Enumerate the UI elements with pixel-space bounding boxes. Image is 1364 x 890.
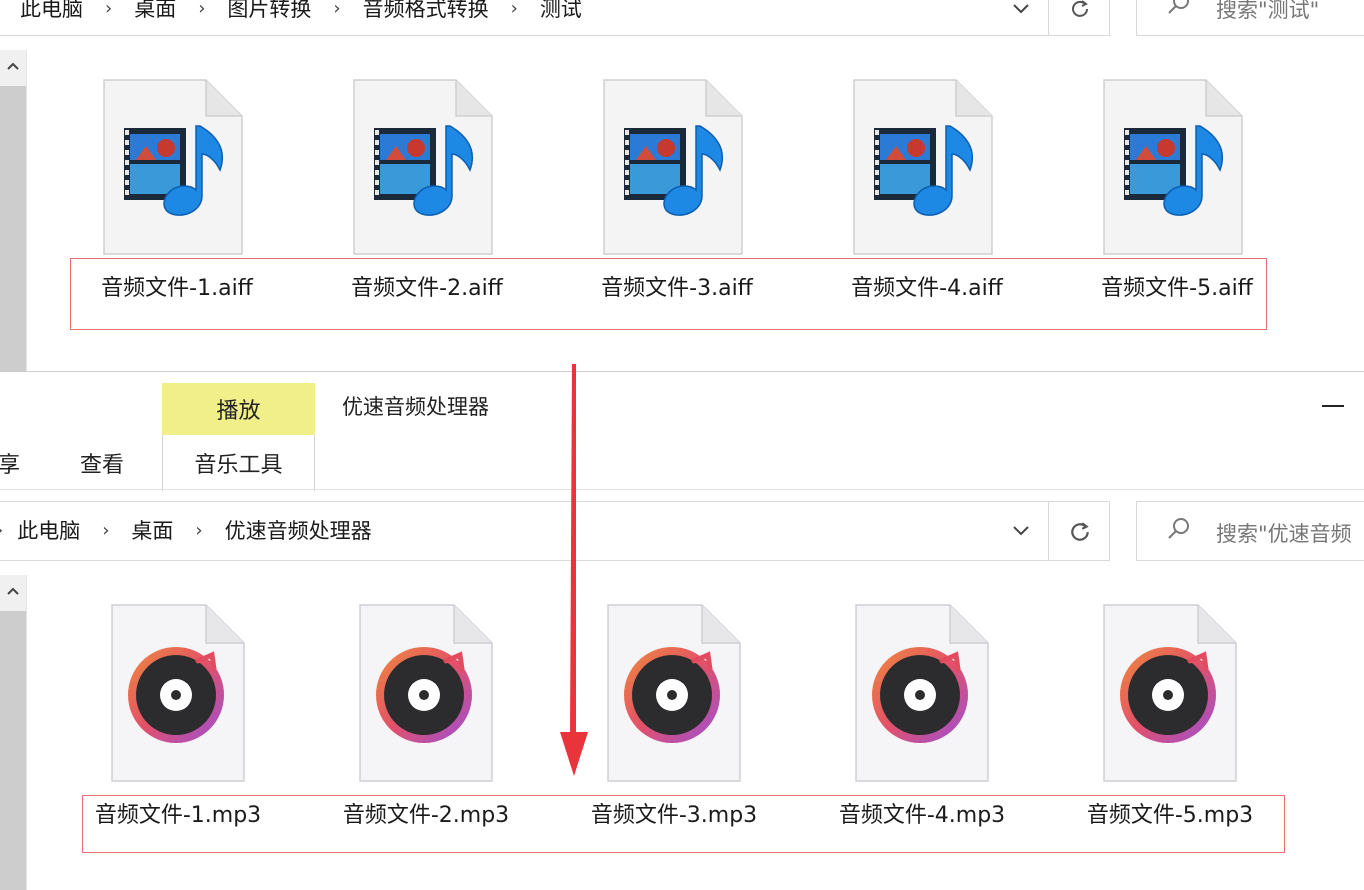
- chevron-right-icon: ›: [0, 520, 3, 541]
- tab-share[interactable]: 享: [0, 447, 20, 479]
- breadcrumb-item-audio-processor[interactable]: 优速音频处理器: [225, 515, 372, 545]
- filename-highlight-box: [82, 795, 1285, 853]
- down-arrow-annotation: [560, 364, 588, 776]
- ribbon-bottom-border: [0, 489, 1364, 490]
- file-tile[interactable]: [602, 78, 744, 260]
- scroll-up-arrow-icon[interactable]: [0, 575, 26, 607]
- vertical-scrollbar[interactable]: [0, 575, 27, 890]
- file-tile[interactable]: [102, 78, 244, 260]
- breadcrumb-item-desktop[interactable]: 桌面: [134, 0, 176, 23]
- chevron-down-icon: [1013, 4, 1029, 14]
- music-disc-icon: [607, 604, 741, 782]
- chevron-right-icon: ›: [198, 0, 206, 19]
- window-title: 优速音频处理器: [342, 395, 489, 419]
- context-tab-header-play[interactable]: 播放: [162, 383, 315, 435]
- search-icon: [1166, 517, 1192, 547]
- address-dropdown-button[interactable]: [1006, 516, 1036, 546]
- breadcrumb-item-test[interactable]: 测试: [540, 0, 582, 23]
- music-disc-icon: [111, 604, 245, 782]
- breadcrumb-item-desktop[interactable]: 桌面: [131, 515, 173, 545]
- file-tile[interactable]: [606, 603, 742, 787]
- scroll-thumb[interactable]: [0, 611, 26, 890]
- file-tile[interactable]: [852, 78, 994, 260]
- refresh-icon: [1072, 0, 1088, 17]
- music-disc-icon: [1103, 604, 1237, 782]
- chevron-down-icon: [1013, 526, 1029, 536]
- file-tile[interactable]: [1102, 78, 1244, 260]
- scroll-up-arrow-icon[interactable]: [0, 50, 26, 82]
- vertical-scrollbar[interactable]: [0, 50, 27, 372]
- file-tile[interactable]: [352, 78, 494, 260]
- breadcrumb: 此电脑 › 桌面 › 图片转换 › 音频格式转换 › 测试: [20, 0, 582, 24]
- aiff-media-icon: [853, 79, 993, 255]
- tab-view[interactable]: 查看: [80, 447, 124, 479]
- breadcrumb-item-image-convert[interactable]: 图片转换: [227, 0, 311, 23]
- breadcrumb: › 此电脑 › 桌面 › 优速音频处理器: [0, 513, 372, 547]
- music-disc-icon: [359, 604, 493, 782]
- file-tile[interactable]: [358, 603, 494, 787]
- refresh-button[interactable]: [1062, 0, 1098, 24]
- address-divider: [1048, 0, 1049, 36]
- breadcrumb-item-this-pc[interactable]: 此电脑: [20, 0, 83, 23]
- aiff-media-icon: [1103, 79, 1243, 255]
- chevron-right-icon: ›: [510, 0, 518, 19]
- aiff-media-icon: [103, 79, 243, 255]
- scroll-thumb[interactable]: [0, 86, 26, 372]
- file-tile[interactable]: [110, 603, 246, 787]
- chevron-right-icon: ›: [195, 519, 203, 541]
- bottom-explorer-window: 播放 优速音频处理器 享 查看 音乐工具 › 此电脑 › 桌面 › 优速音频处理…: [0, 373, 1364, 890]
- refresh-button[interactable]: [1062, 513, 1098, 549]
- address-dropdown-button[interactable]: [1006, 0, 1036, 24]
- context-tab-label: 音乐工具: [194, 453, 283, 478]
- minimize-icon: [1322, 405, 1344, 407]
- filename-highlight-box: [70, 258, 1267, 330]
- aiff-media-icon: [353, 79, 493, 255]
- file-tile[interactable]: [1102, 603, 1238, 787]
- music-disc-icon: [855, 604, 989, 782]
- breadcrumb-item-this-pc[interactable]: 此电脑: [17, 515, 80, 545]
- address-divider: [1048, 501, 1049, 561]
- minimize-button[interactable]: [1318, 391, 1348, 421]
- context-tab-music-tools[interactable]: 音乐工具: [162, 435, 315, 491]
- top-explorer-window: 此电脑 › 桌面 › 图片转换 › 音频格式转换 › 测试 搜索"测试" 音频文…: [0, 0, 1364, 372]
- search-icon: [1166, 0, 1192, 22]
- chevron-right-icon: ›: [102, 519, 110, 541]
- search-input[interactable]: 搜索"测试": [1216, 0, 1364, 24]
- file-tile[interactable]: [854, 603, 990, 787]
- aiff-media-icon: [603, 79, 743, 255]
- refresh-icon: [1071, 522, 1089, 541]
- chevron-right-icon: ›: [105, 0, 113, 19]
- breadcrumb-item-audio-convert[interactable]: 音频格式转换: [363, 0, 489, 23]
- chevron-right-icon: ›: [333, 0, 341, 19]
- search-input[interactable]: 搜索"优速音频: [1216, 518, 1364, 548]
